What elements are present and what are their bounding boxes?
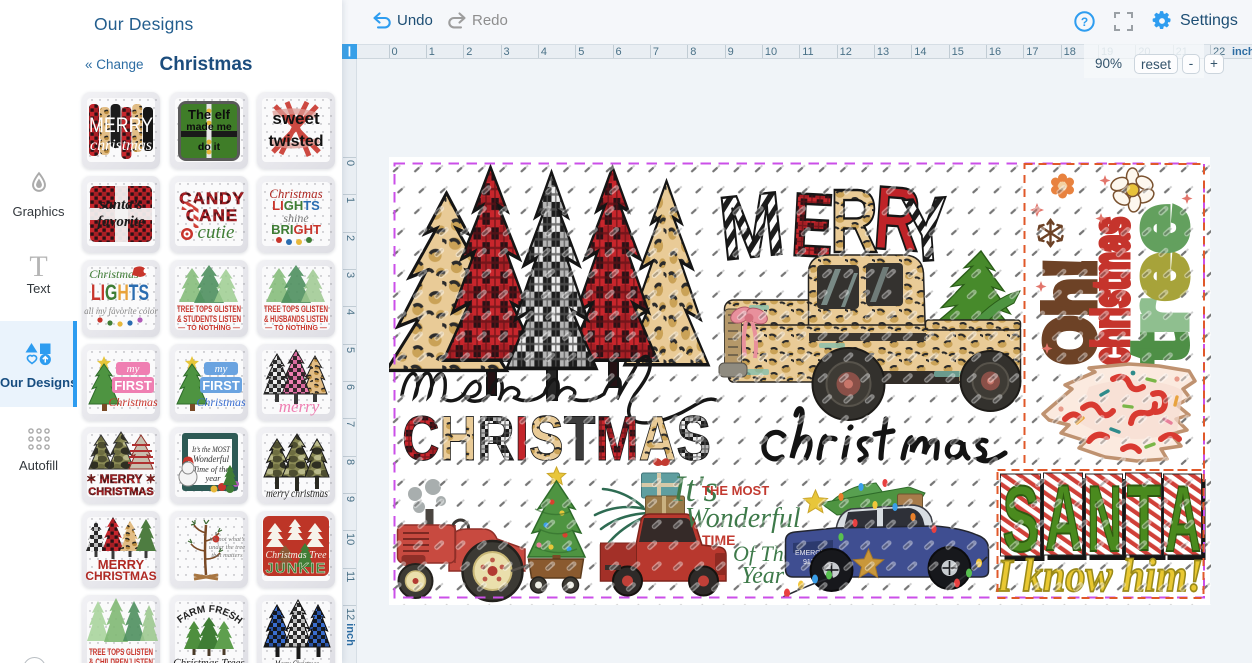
svg-text:FIRST: FIRST bbox=[114, 378, 152, 393]
svg-text:it’s not what’s: it’s not what’s bbox=[209, 536, 245, 543]
svg-text:BRIGHT: BRIGHT bbox=[271, 222, 321, 237]
svg-text:— TO NOTHING —: — TO NOTHING — bbox=[178, 325, 240, 332]
svg-text:do it: do it bbox=[197, 141, 220, 153]
svg-text:that matters: that matters bbox=[211, 552, 243, 559]
svg-text:sweet: sweet bbox=[272, 109, 320, 128]
svg-text:— TO NOTHING —: — TO NOTHING — bbox=[265, 325, 327, 332]
svg-text:merry: merry bbox=[279, 397, 320, 416]
svg-text:santa’s: santa’s bbox=[98, 197, 142, 213]
svg-text:Christmas Trees: Christmas Trees bbox=[173, 657, 244, 663]
svg-text:my: my bbox=[127, 363, 140, 375]
svg-text:year: year bbox=[204, 473, 221, 483]
svg-text:?: ? bbox=[1081, 15, 1088, 29]
svg-text:The elf: The elf bbox=[188, 107, 231, 122]
svg-text:& CHILDREN LISTEN: & CHILDREN LISTEN bbox=[89, 657, 153, 663]
svg-text:MERRY: MERRY bbox=[89, 114, 153, 137]
svg-text:made me: made me bbox=[186, 121, 232, 133]
svg-text:christmas: christmas bbox=[90, 137, 152, 154]
svg-text:favorite: favorite bbox=[97, 214, 145, 230]
svg-text:JUNKIE: JUNKIE bbox=[265, 560, 326, 577]
svg-text:under the tree: under the tree bbox=[208, 544, 244, 551]
svg-text:& HUSBANDS LISTEN: & HUSBANDS LISTEN bbox=[264, 314, 328, 325]
svg-text:CHRISTMAS: CHRISTMAS bbox=[85, 569, 156, 583]
svg-text:Christmas: Christmas bbox=[89, 267, 139, 281]
svg-text:twisted: twisted bbox=[268, 133, 323, 150]
svg-text:It’s the MOST: It’s the MOST bbox=[191, 444, 231, 454]
svg-text:all my favorite color: all my favorite color bbox=[84, 306, 158, 316]
svg-text:Christmas: Christmas bbox=[196, 395, 246, 409]
svg-text:cutie: cutie bbox=[197, 222, 234, 243]
svg-text:my: my bbox=[214, 363, 227, 375]
svg-text:✶ MERRY ✶: ✶ MERRY ✶ bbox=[86, 472, 155, 486]
svg-text:Merry Christmas: Merry Christmas bbox=[274, 659, 319, 663]
svg-text:& STUDENTS LISTEN: & STUDENTS LISTEN bbox=[177, 314, 241, 325]
svg-text:LIGHTS: LIGHTS bbox=[91, 280, 149, 305]
svg-text:FIRST: FIRST bbox=[202, 378, 240, 393]
svg-text:CHRISTMAS: CHRISTMAS bbox=[88, 486, 153, 498]
svg-text:Christmas: Christmas bbox=[108, 395, 158, 409]
svg-text:merry christmas: merry christmas bbox=[266, 486, 328, 500]
